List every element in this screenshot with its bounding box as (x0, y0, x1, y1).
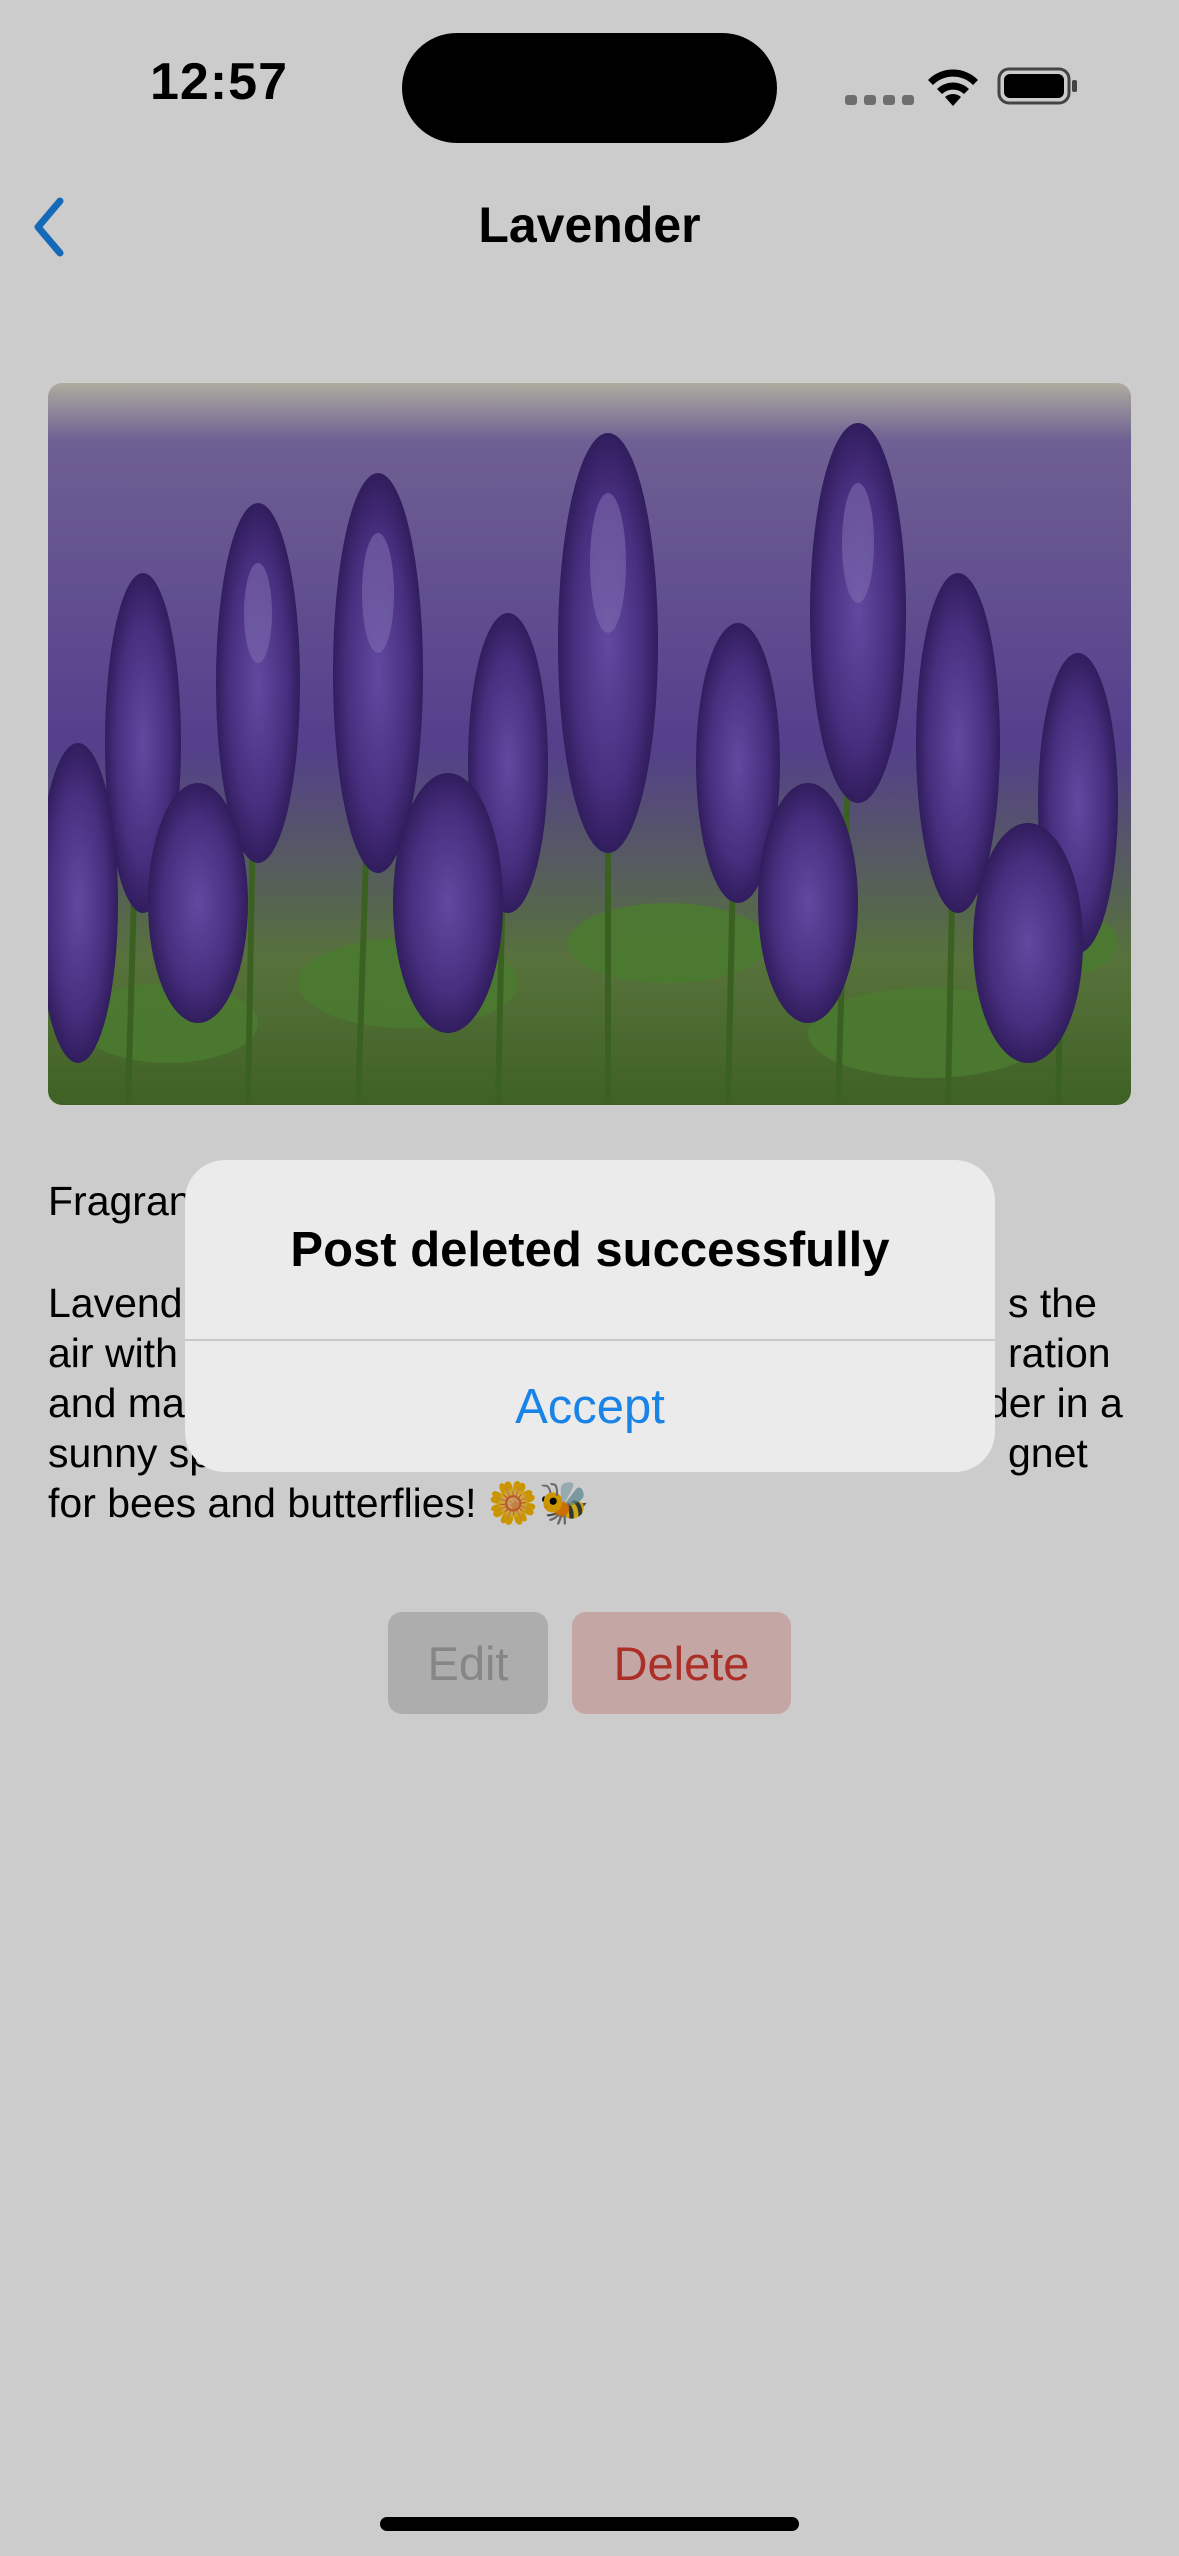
accept-button[interactable]: Accept (185, 1341, 995, 1472)
home-indicator[interactable] (380, 2517, 799, 2531)
alert-title: Post deleted successfully (290, 1223, 890, 1277)
post-detail-screen: 12:57 Lavender Fragran Lavend s the air … (0, 0, 1179, 2556)
alert-dialog: Post deleted successfully Accept (185, 1160, 995, 1472)
